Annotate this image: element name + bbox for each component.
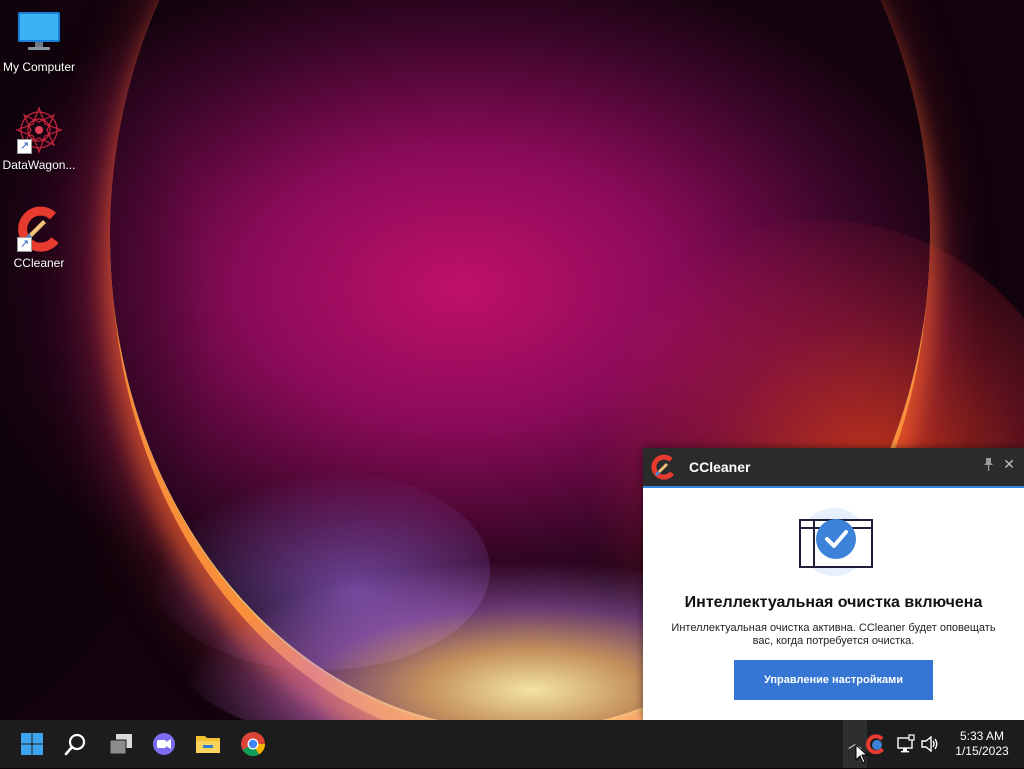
smart-cleaning-illustration — [784, 500, 884, 580]
ccleaner-notification: CCleaner ✕ Интеллектуальная очистка вклю… — [643, 448, 1024, 720]
task-view-icon[interactable] — [105, 728, 137, 760]
clock-time: 5:33 AM — [959, 729, 1005, 743]
file-explorer-icon[interactable] — [192, 728, 224, 760]
monitor-icon — [15, 8, 63, 56]
clock-date: 1/15/2023 — [955, 744, 1009, 758]
datawagon-mandala-icon: ↗ — [15, 106, 63, 154]
desktop-icon-label: My Computer — [2, 60, 76, 74]
search-icon[interactable] — [60, 728, 92, 760]
desktop-icon-my-computer[interactable]: My Computer — [0, 8, 78, 74]
desktop-icon-label: DataWagon... — [2, 158, 76, 172]
pin-icon[interactable] — [983, 458, 994, 474]
desktop-icon-ccleaner[interactable]: ↗ CCleaner — [0, 204, 78, 270]
desktop-icon-label: CCleaner — [13, 256, 65, 270]
chat-icon[interactable] — [148, 728, 180, 760]
notification-app-name: CCleaner — [689, 459, 751, 475]
mouse-cursor-icon — [855, 743, 869, 764]
chrome-icon[interactable] — [237, 728, 269, 760]
shortcut-arrow-icon: ↗ — [17, 237, 32, 252]
manage-settings-button[interactable]: Управление настройками — [734, 660, 933, 700]
ccleaner-tray-icon[interactable] — [866, 734, 886, 755]
volume-icon[interactable] — [920, 734, 940, 754]
notification-title: Интеллектуальная очистка включена — [684, 594, 983, 611]
close-icon[interactable]: ✕ — [1003, 457, 1015, 473]
ccleaner-logo-icon — [651, 454, 675, 480]
network-icon[interactable] — [896, 734, 916, 754]
ccleaner-icon: ↗ — [15, 204, 63, 252]
desktop-icon-datawagon[interactable]: ↗ DataWagon... — [0, 106, 78, 172]
notification-header: CCleaner ✕ — [643, 448, 1024, 488]
notification-message: Интеллектуальная очистка активна. CClean… — [671, 622, 996, 647]
shortcut-arrow-icon: ↗ — [17, 139, 32, 154]
taskbar: ︿ 5:33 AM 1/15/2023 — [0, 720, 1024, 768]
taskbar-clock[interactable]: 5:33 AM 1/15/2023 — [944, 729, 1020, 759]
start-icon[interactable] — [16, 728, 48, 760]
